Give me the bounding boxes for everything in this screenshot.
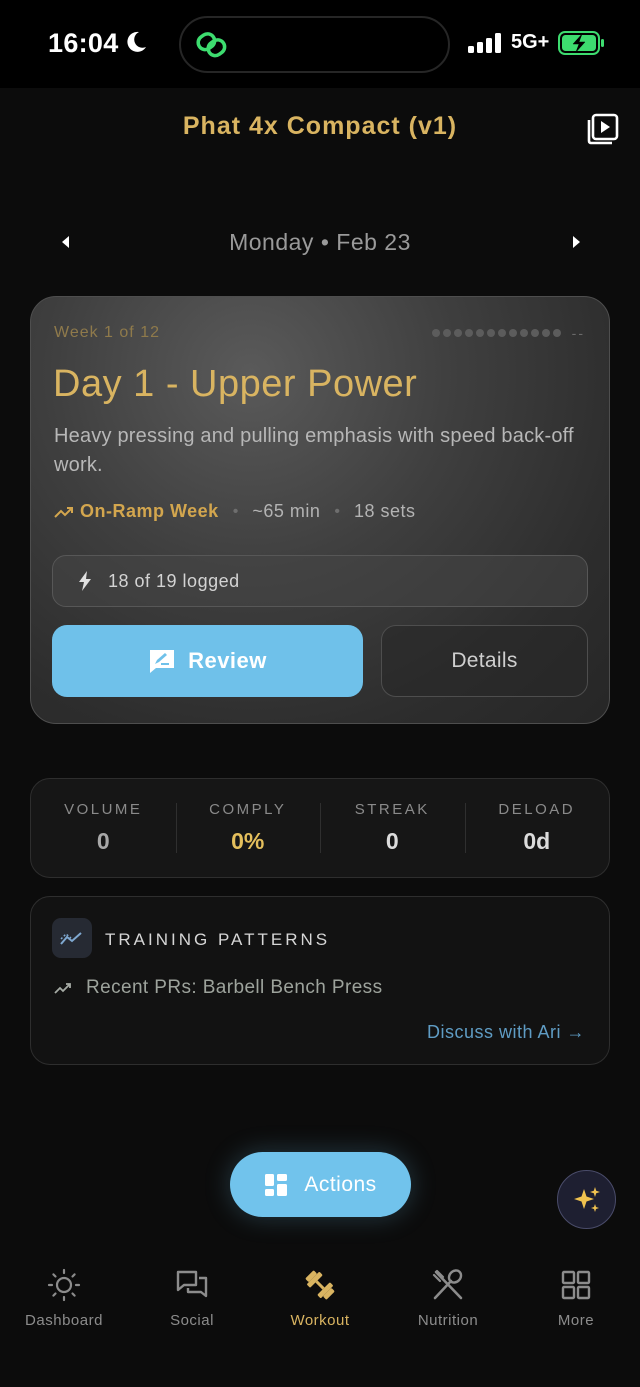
patterns-icon-box — [52, 918, 92, 958]
phase-label: On-Ramp Week — [80, 501, 219, 521]
dashboard-layout-icon — [265, 1173, 288, 1196]
grid-icon — [561, 1270, 591, 1300]
stat-volume: VOLUME 0 — [31, 779, 176, 877]
progress-dot — [552, 329, 561, 337]
tab-label: Workout — [290, 1312, 350, 1329]
bolt-icon — [79, 571, 91, 591]
tab-label: Social — [170, 1312, 214, 1329]
logged-count: 18 of 19 logged — [108, 571, 240, 591]
stat-value: 0 — [96, 828, 110, 854]
training-patterns-card: TRAINING PATTERNS Recent PRs: Barbell Be… — [30, 896, 610, 1065]
tab-social[interactable]: Social — [128, 1248, 256, 1387]
progress-dot — [508, 329, 517, 337]
workout-description: Heavy pressing and pulling emphasis with… — [54, 425, 574, 476]
video-library-icon[interactable] — [586, 112, 620, 146]
workout-title: Day 1 - Upper Power — [53, 363, 418, 405]
actions-button[interactable]: Actions — [230, 1152, 411, 1217]
details-label: Details — [451, 649, 518, 672]
battery-charging-icon — [558, 31, 604, 55]
status-time: 16:04 — [48, 28, 119, 58]
signal-icon — [468, 33, 501, 53]
tab-label: Dashboard — [25, 1312, 103, 1329]
stat-label: DELOAD — [498, 801, 576, 818]
stat-label: STREAK — [354, 801, 430, 818]
actions-label: Actions — [304, 1172, 377, 1196]
stat-streak: STREAK 0 — [320, 779, 465, 877]
ai-assistant-button[interactable] — [557, 1170, 616, 1229]
tab-workout[interactable]: Workout — [256, 1248, 384, 1387]
tab-label: Nutrition — [417, 1312, 479, 1329]
stat-value: 0 — [385, 828, 399, 854]
stat-label: VOLUME — [64, 801, 143, 818]
progress-dot — [541, 329, 550, 337]
stat-label: COMPLY — [209, 801, 287, 818]
trending-up-icon — [54, 982, 71, 994]
sets-label: 18 sets — [353, 501, 416, 521]
recent-prs-text: Recent PRs: Barbell Bench Press — [86, 977, 383, 998]
review-edit-icon — [150, 650, 175, 673]
discuss-with-ari-link[interactable]: Discuss with Ari → — [427, 1022, 585, 1043]
review-label: Review — [188, 648, 267, 673]
status-bar: 16:04 5G+ — [0, 0, 640, 88]
stat-value: 0% — [231, 828, 265, 854]
bottom-tab-bar: Dashboard Social Workout Nutrition More — [0, 1248, 640, 1387]
tab-dashboard[interactable]: Dashboard — [0, 1248, 128, 1387]
stat-deload: DELOAD 0d — [464, 779, 610, 877]
recent-prs-row: Recent PRs: Barbell Bench Press — [54, 977, 382, 999]
moon-icon — [127, 31, 146, 52]
tab-label: More — [557, 1312, 595, 1329]
progress-dot — [442, 329, 451, 337]
stat-comply: COMPLY 0% — [175, 779, 321, 877]
chart-trend-icon — [60, 932, 82, 945]
progress-dot — [530, 329, 539, 337]
progress-dot — [453, 329, 462, 337]
workout-day-card: Week 1 of 12 -- Day 1 - Upper Power Heav… — [30, 296, 610, 724]
progress-dot — [464, 329, 473, 337]
review-button[interactable]: Review — [52, 625, 363, 697]
details-button[interactable]: Details — [381, 625, 588, 697]
logged-status[interactable]: 18 of 19 logged — [52, 555, 588, 607]
sun-icon — [47, 1268, 81, 1302]
next-day-button[interactable] — [566, 230, 586, 254]
progress-suffix: -- — [571, 325, 585, 341]
workout-meta: On-Ramp Week • ~65 min • 18 sets — [54, 501, 416, 522]
page-title: Phat 4x Compact (v1) — [182, 112, 458, 140]
week-label: Week 1 of 12 — [54, 324, 160, 341]
chat-icon — [176, 1270, 208, 1298]
sparkle-icon — [573, 1186, 600, 1212]
utensils-icon — [432, 1269, 463, 1300]
dynamic-island — [179, 16, 450, 73]
progress-dot — [519, 329, 528, 337]
stat-value: 0d — [523, 828, 551, 854]
progress-dot — [486, 329, 495, 337]
network-type: 5G+ — [511, 31, 550, 53]
stats-panel: VOLUME 0 COMPLY 0% STREAK 0 DELOAD 0d — [30, 778, 610, 878]
tab-nutrition[interactable]: Nutrition — [384, 1248, 512, 1387]
tab-more[interactable]: More — [512, 1248, 640, 1387]
meta-separator: • — [232, 502, 239, 520]
progress-dot — [497, 329, 506, 337]
trending-up-icon — [54, 506, 73, 518]
date-label: Monday • Feb 23 — [229, 229, 411, 255]
progress-dot — [475, 329, 484, 337]
dumbbell-icon — [305, 1270, 335, 1300]
link-icon — [196, 32, 227, 58]
progress-dot — [431, 329, 440, 337]
patterns-title: TRAINING PATTERNS — [105, 930, 331, 949]
duration-label: ~65 min — [252, 501, 321, 521]
week-progress-dots: -- — [431, 325, 585, 341]
meta-separator: • — [334, 502, 340, 520]
